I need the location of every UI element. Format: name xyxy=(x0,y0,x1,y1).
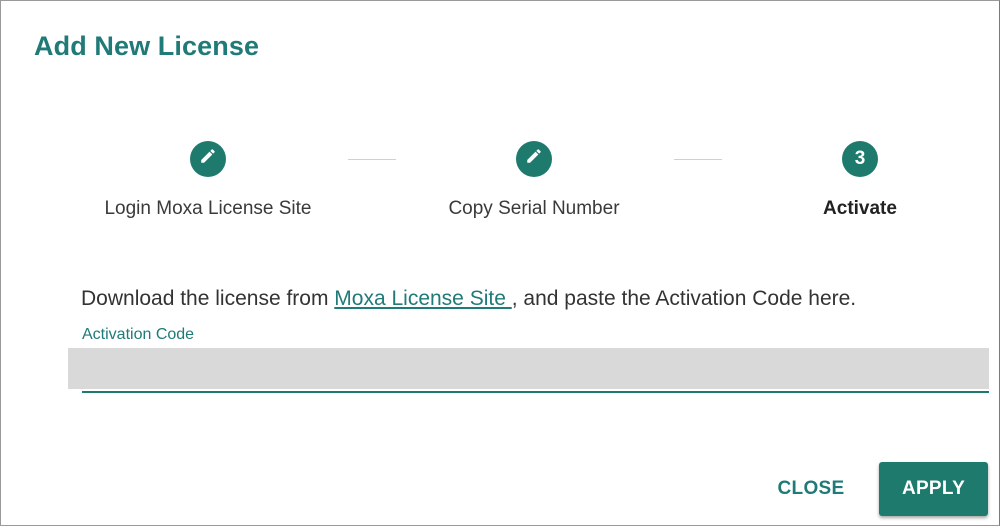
close-button[interactable]: CLOSE xyxy=(763,469,859,509)
step-number: 3 xyxy=(854,148,866,169)
instruction-text-after: , and paste the Activation Code here. xyxy=(511,287,857,310)
pencil-icon xyxy=(525,147,543,171)
step-completed-badge xyxy=(190,141,226,177)
step-label-active: Activate xyxy=(823,198,897,219)
step-login-license-site: Login Moxa License Site xyxy=(58,141,358,220)
dialog-title: Add New License xyxy=(34,31,260,61)
step-completed-badge xyxy=(516,141,552,177)
activation-code-underline xyxy=(82,391,989,393)
step-number-badge: 3 xyxy=(842,141,878,177)
activation-code-input[interactable] xyxy=(68,348,989,389)
activation-code-label: Activation Code xyxy=(82,326,195,343)
pencil-icon xyxy=(199,147,217,171)
step-label: Copy Serial Number xyxy=(448,198,620,219)
apply-button[interactable]: APPLY xyxy=(879,462,988,516)
step-copy-serial-number: Copy Serial Number xyxy=(384,141,684,220)
instruction-text: Download the license from Moxa License S… xyxy=(81,287,856,311)
step-activate: 3 Activate xyxy=(710,141,999,220)
step-label: Login Moxa License Site xyxy=(104,198,312,219)
instruction-text-before: Download the license from xyxy=(81,287,335,310)
moxa-license-site-link[interactable]: Moxa License Site xyxy=(334,287,511,310)
add-license-dialog: Add New License Login Moxa License Site … xyxy=(0,0,1000,526)
